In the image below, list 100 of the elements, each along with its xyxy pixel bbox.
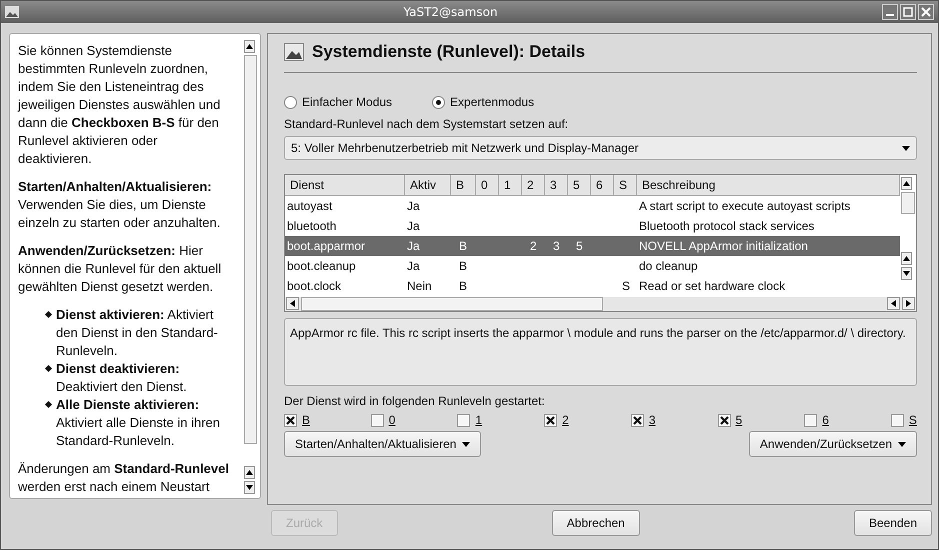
table-row[interactable]: boot.clock Nein B S Read or set hardware clock <box>285 276 900 296</box>
up-arrow-icon <box>903 181 910 186</box>
table-cell: bluetooth <box>287 219 336 233</box>
down-arrow-icon <box>246 485 253 490</box>
checkbox[interactable] <box>630 414 644 426</box>
column-header[interactable]: 5 <box>568 175 591 196</box>
footer-button[interactable]: Abbrechen <box>552 510 640 536</box>
table-cell-text: B <box>458 239 468 253</box>
checkbox-label[interactable]: 5 <box>736 413 742 427</box>
column-header[interactable]: 2 <box>522 175 545 196</box>
scroll-up-button[interactable] <box>244 40 255 53</box>
column-header[interactable]: Aktiv <box>405 175 451 196</box>
menu-button[interactable]: Anwenden/Zurücksetzen <box>748 431 917 457</box>
column-header[interactable]: Beschreibung <box>637 175 900 196</box>
checkbox[interactable] <box>804 414 818 426</box>
checkbox-label[interactable]: 0 <box>388 413 396 427</box>
checkbox[interactable] <box>457 414 470 426</box>
scroll-up-button[interactable] <box>244 466 255 479</box>
maximize-button[interactable] <box>900 4 916 20</box>
checkbox[interactable] <box>718 414 731 426</box>
table-cell-text: B <box>458 279 468 293</box>
checkbox-label[interactable]: 6 <box>822 413 829 427</box>
up-arrow-icon <box>246 470 253 475</box>
column-header[interactable]: 0 <box>476 175 499 196</box>
column-header[interactable]: 3 <box>545 175 568 196</box>
checkbox-label[interactable]: 3 <box>648 413 656 427</box>
scroll-right-button[interactable] <box>902 297 915 310</box>
column-header[interactable]: B <box>451 175 476 196</box>
left-arrow-icon <box>891 300 896 307</box>
checkbox-label[interactable]: 2 <box>562 413 569 427</box>
radio-label[interactable]: Einfacher Modus <box>302 95 392 109</box>
image-icon <box>284 43 304 61</box>
scroll-up-button[interactable] <box>901 177 912 190</box>
scroll-down-button[interactable] <box>244 481 255 494</box>
caret-icon <box>898 442 906 446</box>
column-header[interactable]: 1 <box>499 175 522 196</box>
page-heading: Systemdienste (Runlevel): Details <box>312 42 586 62</box>
scrollbar-thumb[interactable] <box>244 55 257 444</box>
scroll-left-button[interactable] <box>887 297 900 310</box>
table-cell: Read or set hardware clock <box>639 279 786 293</box>
menu-button[interactable]: Starten/Anhalten/Aktualisieren <box>284 431 482 457</box>
scrollbar-thumb[interactable] <box>901 192 915 214</box>
table-cell: NOVELL AppArmor initialization <box>639 239 808 253</box>
table-cell: boot.clock <box>287 279 342 293</box>
checkbox[interactable] <box>284 414 297 426</box>
left-arrow-icon <box>290 300 295 307</box>
bullet-icon <box>44 400 52 408</box>
radio-label[interactable]: Expertenmodus <box>450 95 534 109</box>
description-text: AppArmor rc file. This rc script inserts the apparmor \ module and runs the parser on the /etc/apparmor.d/ \ directory. <box>290 326 906 340</box>
cross-icon <box>286 416 295 424</box>
down-arrow-icon <box>903 271 910 276</box>
right-arrow-icon <box>906 300 911 307</box>
close-icon <box>921 7 931 17</box>
table-cell: boot.apparmor <box>287 239 366 253</box>
checkbox-label[interactable]: S <box>908 413 917 427</box>
minimize-button[interactable] <box>882 4 898 20</box>
table-cell: autoyast <box>287 199 332 213</box>
bullet-icon <box>44 364 52 372</box>
radio-button[interactable] <box>432 96 446 108</box>
close-button[interactable] <box>918 4 934 20</box>
checkbox[interactable] <box>890 414 904 426</box>
checkbox[interactable] <box>370 414 384 426</box>
table-cell: Ja <box>407 259 420 273</box>
cross-icon <box>546 416 556 424</box>
scroll-left-button[interactable] <box>286 297 299 310</box>
checkbox-label[interactable]: 1 <box>475 413 482 427</box>
column-header[interactable]: S <box>614 175 637 196</box>
scrollbar-thumb[interactable] <box>301 297 603 311</box>
column-header[interactable]: Dienst <box>285 175 405 196</box>
runlevels-label: Der Dienst wird in folgenden Runleveln gestartet: <box>284 394 546 408</box>
caret-icon <box>462 442 470 446</box>
table-row[interactable]: boot.apparmor Ja B 2 3 5 NOVELL AppArmor initialization <box>285 236 900 256</box>
caret-icon <box>902 146 910 150</box>
help-list-item: Alle Dienste aktivieren: Aktiviert alle Dienste in ihren Standard-Runleveln. <box>56 396 222 450</box>
table-row[interactable]: bluetooth Ja Bluetooth protocol stack services <box>285 216 900 236</box>
column-header[interactable]: 6 <box>591 175 614 196</box>
table-cell-text: 3 <box>552 239 560 253</box>
table-cell: Ja <box>407 219 420 233</box>
bullet-icon <box>44 310 52 318</box>
table-cell-text: B <box>458 259 468 273</box>
table-cell: A start script to execute autoyast scripts <box>639 199 850 213</box>
table-cell-text: 2 <box>529 239 537 253</box>
table-cell: Ja <box>407 199 420 213</box>
minimize-icon <box>886 14 894 16</box>
footer-button[interactable]: Beenden <box>854 510 932 536</box>
help-paragraph: Änderungen am Standard-Runlevel werden erst nach einem Neustart <box>18 460 230 496</box>
scroll-down-button[interactable] <box>901 267 912 280</box>
table-row[interactable]: autoyast Ja A start script to execute autoyast scripts <box>285 196 900 216</box>
cross-icon <box>632 416 642 424</box>
help-list-item: Dienst deaktivieren: Deaktiviert den Dienst. <box>56 360 188 396</box>
checkbox-label[interactable]: B <box>302 413 310 427</box>
radio-button[interactable] <box>284 96 297 108</box>
table-cell: do cleanup <box>639 259 698 273</box>
maximize-icon <box>903 7 913 17</box>
runlevel-dropdown[interactable]: 5: Voller Mehrbenutzerbetrieb mit Netzwerk und Display-Manager <box>284 136 917 160</box>
checkbox[interactable] <box>544 414 558 426</box>
window-title: YaST2@samson <box>402 5 499 19</box>
scroll-up-button[interactable] <box>901 252 912 265</box>
table-row[interactable]: boot.cleanup Ja B do cleanup <box>285 256 900 276</box>
help-paragraph: Anwenden/Zurücksetzen: Hier können die Runlevel für den aktuell gewählten Dienst gesetzt werden. <box>18 242 222 296</box>
